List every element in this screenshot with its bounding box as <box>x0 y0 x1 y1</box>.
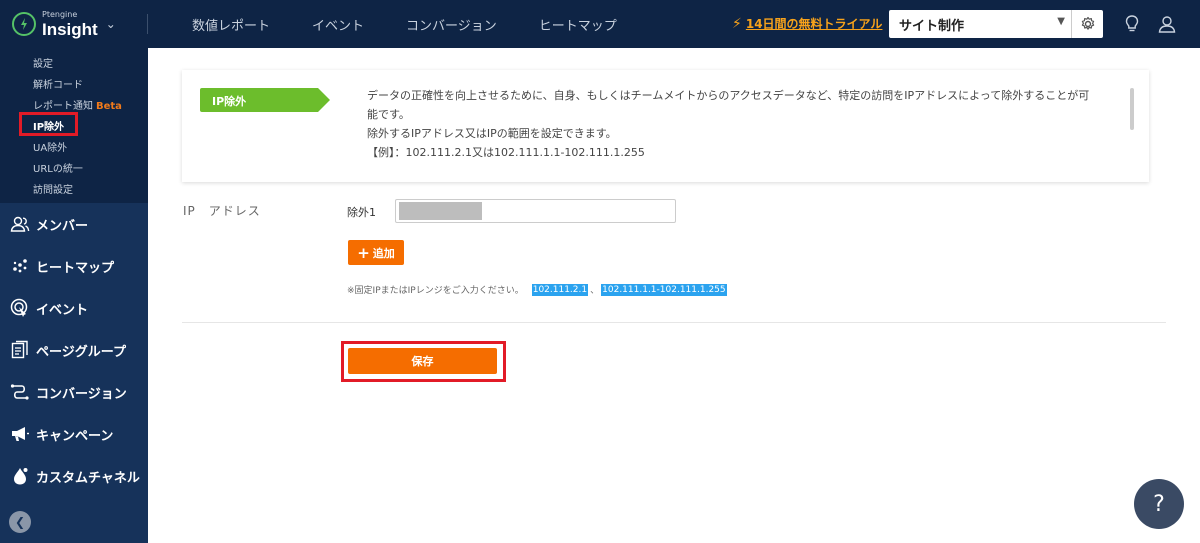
conversion-icon <box>10 382 30 402</box>
info-line: 除外するIPアドレス又はIPの範囲を設定できます。 <box>367 127 617 140</box>
header-divider <box>147 14 148 34</box>
lightbulb-icon[interactable] <box>1120 12 1144 36</box>
site-select[interactable]: サイト制作 ▼ <box>889 10 1071 38</box>
ip-input-hint: ※固定IPまたはIPレンジをご入力ください。 102.111.2.1 、 102… <box>347 283 729 296</box>
submenu-label: レポート通知 <box>33 101 93 112</box>
sidebar-item-label: カスタムチャネル <box>36 470 140 486</box>
sidebar-item-label: イベント <box>36 302 89 318</box>
sidebar-item-label: コンバージョン <box>36 386 127 402</box>
custom-channel-icon <box>10 466 30 486</box>
trial-link[interactable]: 14日間の無料トライアル <box>746 15 883 32</box>
event-icon <box>10 298 30 318</box>
info-example: 【例】：102.111.2.1又は102.111.1.1-102.111.1.2… <box>367 146 645 159</box>
top-nav: 数値レポート イベント コンバージョン ヒートマップ <box>192 0 659 48</box>
sidebar-item-label: ヒートマップ <box>36 260 115 276</box>
ip-exclusion-tag-label: IP除外 <box>212 95 247 108</box>
chevron-down-icon: ▼ <box>1057 16 1065 27</box>
members-icon <box>10 214 30 234</box>
help-button[interactable]: ? <box>1134 479 1184 529</box>
hint-text: ※固定IPまたはIPレンジをご入力ください。 <box>347 286 524 296</box>
hint-example-ip-range: 102.111.1.1-102.111.1.255 <box>601 283 727 296</box>
sidebar-main-menu: メンバー ヒートマップ イベント ページグループ コンバージョン キャンペーン … <box>0 203 148 543</box>
save-button[interactable]: 保存 <box>348 348 497 374</box>
card-scrollbar[interactable] <box>1130 88 1134 130</box>
submenu-label: 解析コード <box>33 80 83 91</box>
submenu-label: URLの統一 <box>33 164 83 175</box>
heatmap-icon <box>10 256 30 276</box>
ip-exclusion-highlight <box>19 112 78 136</box>
sidebar-item-conversion[interactable]: コンバージョン <box>0 371 148 413</box>
chevron-left-icon: ❮ <box>14 515 26 529</box>
info-line: 能です。 <box>367 108 410 121</box>
submenu-label: UA除外 <box>33 143 68 154</box>
submenu-item-url-unify[interactable]: URLの統一 <box>0 159 148 180</box>
sidebar-item-heatmap[interactable]: ヒートマップ <box>0 245 148 287</box>
exclusion-1-label: 除外1 <box>347 206 376 219</box>
top-bar: Ptengine Insight ⌄ 数値レポート イベント コンバージョン ヒ… <box>0 0 1200 48</box>
nav-event[interactable]: イベント <box>312 15 364 34</box>
add-exclusion-button[interactable]: + 追加 <box>348 240 404 265</box>
chevron-down-icon[interactable]: ⌄ <box>106 17 116 31</box>
info-line: データの正確性を向上させるために、自身、もしくはチームメイトからのアクセスデータ… <box>367 89 1090 102</box>
sidebar-item-campaign[interactable]: キャンペーン <box>0 413 148 455</box>
sidebar-item-label: メンバー <box>36 218 89 234</box>
save-button-label: 保存 <box>411 355 434 368</box>
sidebar: 設定 解析コード レポート通知 Beta IP除外 UA除外 URLの統一 訪問設… <box>0 48 148 543</box>
submenu-item-tracking-code[interactable]: 解析コード <box>0 75 148 96</box>
hint-example-single-ip: 102.111.2.1 <box>531 283 589 296</box>
submenu-item-ua-exclusion[interactable]: UA除外 <box>0 138 148 159</box>
sidebar-item-label: キャンペーン <box>36 428 114 444</box>
add-button-label: 追加 <box>372 246 395 260</box>
submenu-item-settings[interactable]: 設定 <box>0 54 148 75</box>
beta-badge: Beta <box>96 101 122 112</box>
plus-icon: + <box>357 243 370 262</box>
sidebar-item-event[interactable]: イベント <box>0 287 148 329</box>
sidebar-item-custom-channel[interactable]: カスタムチャネル <box>0 455 148 497</box>
gear-icon <box>1081 16 1094 30</box>
submenu-label: 設定 <box>33 59 53 70</box>
site-settings-button[interactable] <box>1071 10 1103 38</box>
ip-address-label: IP アドレス <box>183 204 261 218</box>
ip-exclusion-1-input[interactable] <box>395 199 676 223</box>
campaign-icon <box>10 424 30 444</box>
collapse-sidebar-button[interactable]: ❮ <box>9 511 31 533</box>
app-logo[interactable]: Ptengine Insight ⌄ <box>12 7 142 41</box>
page-group-icon <box>10 340 30 360</box>
site-select-value: サイト制作 <box>899 18 965 34</box>
sidebar-item-page-group[interactable]: ページグループ <box>0 329 148 371</box>
info-description: データの正確性を向上させるために、自身、もしくはチームメイトからのアクセスデータ… <box>367 86 1107 162</box>
lightning-icon: ⚡ <box>732 15 742 32</box>
ip-exclusion-info-card: IP除外 データの正確性を向上させるために、自身、もしくはチームメイトからのアク… <box>182 70 1149 182</box>
logo-sub: Ptengine <box>42 9 78 19</box>
logo-main: Insight <box>42 19 98 39</box>
redacted-ip-value <box>399 202 482 220</box>
nav-metrics-report[interactable]: 数値レポート <box>192 15 270 34</box>
question-icon: ? <box>1153 491 1165 517</box>
submenu-item-visit-settings[interactable]: 訪問設定 <box>0 180 148 201</box>
trial-banner: ⚡ 14日間の無料トライアル <box>732 15 882 32</box>
hint-separator: 、 <box>590 286 600 296</box>
user-icon[interactable] <box>1155 12 1179 36</box>
form-divider <box>182 322 1166 323</box>
nav-heatmap[interactable]: ヒートマップ <box>539 15 617 34</box>
sidebar-item-members[interactable]: メンバー <box>0 203 148 245</box>
nav-conversion[interactable]: コンバージョン <box>406 15 497 34</box>
logo-mark-icon <box>12 12 36 36</box>
submenu-label: 訪問設定 <box>33 185 73 196</box>
ip-exclusion-tag: IP除外 <box>200 88 330 112</box>
logo-text: Ptengine Insight <box>42 9 98 39</box>
sidebar-item-label: ページグループ <box>36 344 126 360</box>
